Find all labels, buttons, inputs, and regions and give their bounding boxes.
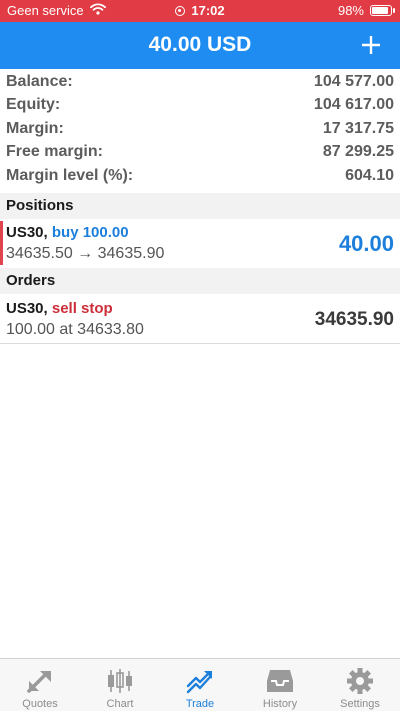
app-header: 40.00 USD — [0, 22, 400, 69]
order-title: US30, sell stop — [6, 300, 113, 317]
summary-row-margin-level: Margin level (%): 604.10 — [0, 164, 400, 188]
status-bar: Geen service 17:02 98% — [0, 0, 400, 22]
summary-label: Margin: — [6, 119, 64, 137]
orders-header: Orders — [0, 268, 400, 294]
summary-row-balance: Balance: 104 577.00 — [0, 70, 400, 94]
plus-icon — [362, 36, 380, 54]
order-symbol: US30, — [6, 300, 48, 317]
position-action: buy 100.00 — [51, 224, 129, 241]
order-row[interactable]: US30, sell stop 100.00 at 34633.80 34635… — [0, 295, 400, 343]
tab-label: Quotes — [22, 698, 58, 710]
summary-value: 17 317.75 — [322, 119, 394, 137]
order-price: 34635.90 — [314, 309, 394, 330]
position-profit: 40.00 — [338, 231, 394, 256]
tab-label: History — [262, 698, 298, 710]
tab-quotes[interactable]: Quotes — [0, 659, 80, 711]
battery-icon — [370, 5, 395, 16]
tab-settings[interactable]: Settings — [320, 659, 400, 711]
summary-value: 104 577.00 — [313, 72, 394, 90]
status-right: 98% — [337, 3, 395, 18]
position-prices: 34635.50 → 34635.90 — [6, 245, 165, 262]
tab-label: Settings — [340, 698, 380, 710]
settings-icon — [344, 666, 376, 696]
divider — [0, 343, 400, 344]
tab-label: Trade — [185, 698, 215, 710]
summary-label: Margin level (%): — [6, 166, 134, 184]
tab-chart[interactable]: Chart — [80, 659, 160, 711]
chart-icon — [104, 666, 136, 696]
summary-label: Balance: — [6, 72, 73, 90]
tab-bar: Quotes Chart Trade History Settings — [0, 658, 400, 711]
summary-row-margin: Margin: 17 317.75 — [0, 117, 400, 141]
position-row[interactable]: US30, buy 100.00 34635.50 → 34635.90 40.… — [0, 219, 400, 267]
summary-row-equity: Equity: 104 617.00 — [0, 94, 400, 118]
positions-header: Positions — [0, 193, 400, 219]
summary-value: 87 299.25 — [322, 143, 394, 161]
summary-value: 104 617.00 — [313, 96, 394, 114]
order-action: sell stop — [51, 300, 113, 317]
tab-trade[interactable]: Trade — [160, 659, 240, 711]
position-symbol: US30, — [6, 224, 48, 241]
history-icon — [264, 666, 296, 696]
add-order-button[interactable] — [356, 30, 386, 60]
battery-percent: 98% — [337, 3, 364, 18]
summary-row-free-margin: Free margin: 87 299.25 — [0, 141, 400, 165]
status-time: 17:02 — [191, 3, 225, 18]
order-details: 100.00 at 34633.80 — [6, 321, 144, 338]
summary-label: Equity: — [6, 96, 61, 114]
position-marker — [0, 221, 3, 265]
trade-icon — [184, 666, 216, 696]
header-title: 40.00 USD — [148, 33, 252, 56]
tab-label: Chart — [106, 698, 134, 710]
quotes-icon — [24, 666, 56, 696]
tab-history[interactable]: History — [240, 659, 320, 711]
account-summary: Balance: 104 577.00 Equity: 104 617.00 M… — [0, 70, 400, 188]
summary-value: 604.10 — [345, 166, 394, 184]
position-title: US30, buy 100.00 — [6, 224, 129, 241]
summary-label: Free margin: — [6, 143, 103, 161]
screen-record-icon — [175, 5, 186, 16]
battery-fill — [372, 7, 388, 14]
